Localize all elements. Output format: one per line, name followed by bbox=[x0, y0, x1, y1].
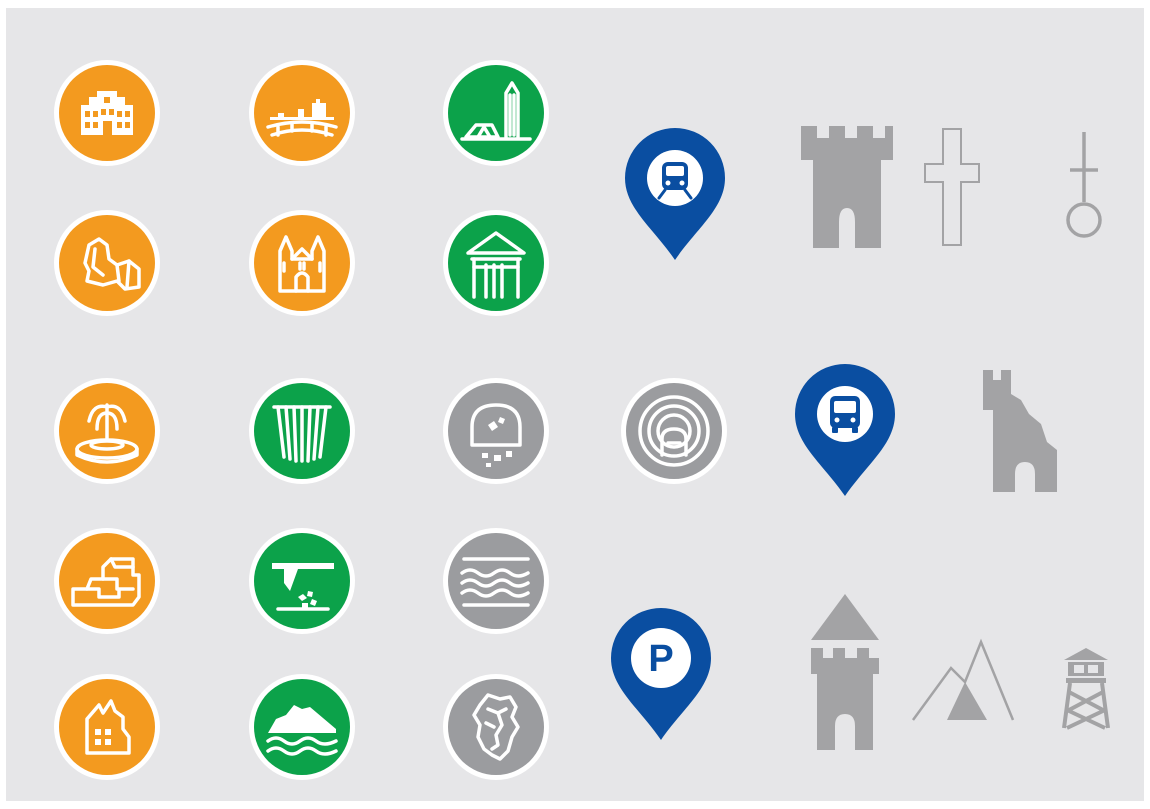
mountain-icon bbox=[911, 638, 1015, 721]
church-icon bbox=[254, 215, 350, 311]
ruins-badge bbox=[54, 528, 160, 634]
water-waves-badge bbox=[443, 528, 549, 634]
tunnel-icon bbox=[626, 383, 722, 479]
fountain-icon bbox=[59, 383, 155, 479]
town-panorama-icon bbox=[254, 65, 350, 161]
town-panorama-badge bbox=[249, 60, 355, 166]
region-map-badge bbox=[443, 674, 549, 780]
water-waves-icon bbox=[448, 533, 544, 629]
fountain-badge bbox=[54, 378, 160, 484]
cliff-coast-icon bbox=[254, 679, 350, 775]
bus-pin-icon bbox=[795, 364, 895, 496]
tower-monument-icon bbox=[448, 65, 544, 161]
region-map-icon bbox=[448, 679, 544, 775]
church-badge bbox=[249, 210, 355, 316]
cave-mine-icon bbox=[448, 383, 544, 479]
train-pin-icon bbox=[625, 128, 725, 260]
parking-pin-icon: P bbox=[611, 608, 711, 740]
rock-formation-icon bbox=[59, 215, 155, 311]
castle-ruin-badge bbox=[54, 674, 160, 780]
waterfall-icon bbox=[254, 383, 350, 479]
quarry-icon bbox=[254, 533, 350, 629]
tunnel-badge bbox=[621, 378, 727, 484]
gate-pavilion-badge bbox=[443, 210, 549, 316]
cross-with-circle-icon bbox=[1066, 132, 1102, 238]
gate-pavilion-icon bbox=[448, 215, 544, 311]
castle-tower-icon bbox=[801, 126, 893, 248]
watchtower-icon bbox=[1062, 648, 1110, 730]
icon-sheet: P bbox=[6, 8, 1144, 801]
castle-ruin-icon bbox=[59, 679, 155, 775]
palace-badge bbox=[54, 60, 160, 166]
quarry-badge bbox=[249, 528, 355, 634]
cliff-coast-badge bbox=[249, 674, 355, 780]
rock-formation-badge bbox=[54, 210, 160, 316]
outline-cross-icon bbox=[924, 128, 980, 246]
ruins-icon bbox=[59, 533, 155, 629]
tower-monument-badge bbox=[443, 60, 549, 166]
parking-letter: P bbox=[648, 638, 673, 680]
tower-with-roof-icon bbox=[811, 594, 879, 750]
waterfall-badge bbox=[249, 378, 355, 484]
cave-mine-badge bbox=[443, 378, 549, 484]
palace-icon bbox=[59, 65, 155, 161]
ruined-tower-icon bbox=[983, 370, 1057, 492]
